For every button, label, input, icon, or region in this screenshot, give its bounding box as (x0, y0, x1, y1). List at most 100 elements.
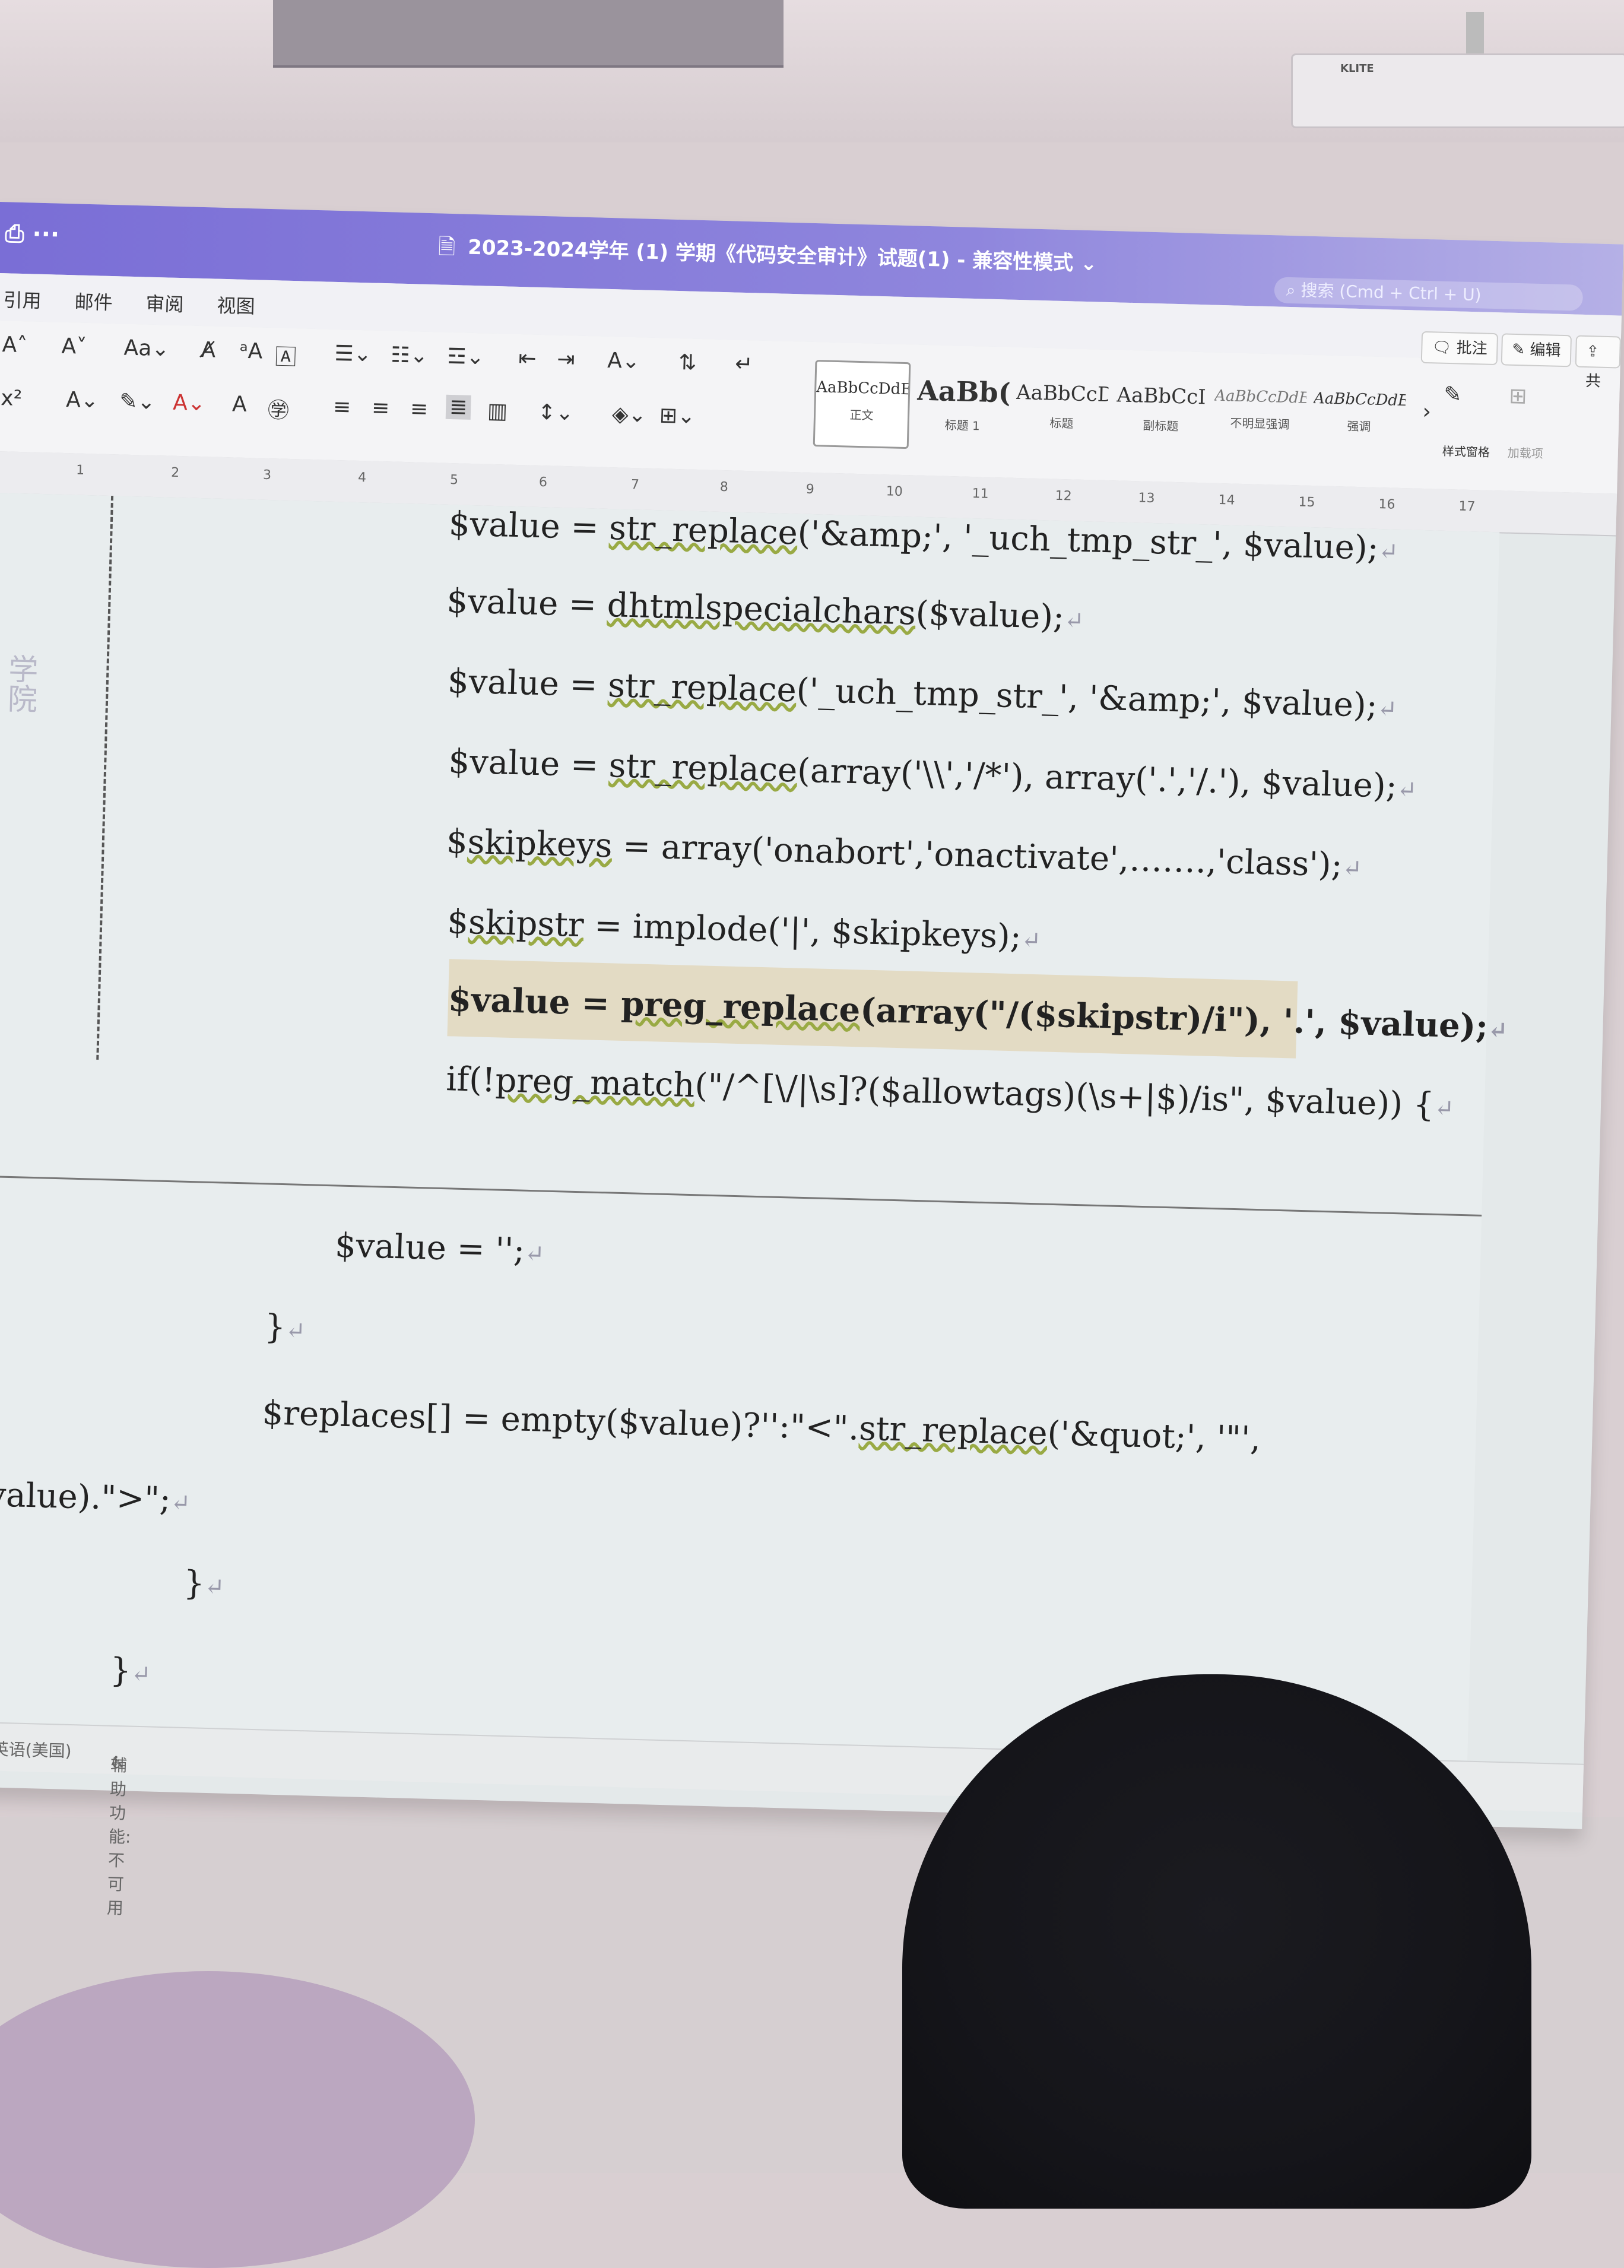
font-color-icon[interactable]: A⌄ (173, 391, 206, 416)
multilevel-list-icon[interactable]: ☲⌄ (447, 344, 484, 370)
sort-icon[interactable]: ⇅ (678, 350, 697, 375)
code-text: } (264, 1307, 287, 1347)
menu-mailings[interactable]: 邮件 (74, 287, 113, 315)
ruler-mark: 6 (538, 474, 548, 490)
search-input[interactable]: ⌕ 搜索 (Cmd + Ctrl + U) (1274, 277, 1584, 311)
addins-label[interactable]: 加载项 (1507, 444, 1543, 462)
code-func: str_replace (607, 666, 797, 710)
code-line[interactable]: $skipstr = implode('|', $skipkeys);↵ (447, 902, 1042, 956)
code-line[interactable]: $value).">";↵ (0, 1475, 191, 1519)
styles-pane-icon[interactable]: ✎ (1444, 382, 1462, 407)
return-mark: ↵ (131, 1660, 151, 1689)
distribute-icon[interactable]: ▥ (487, 399, 508, 424)
code-text: ("/^[\/|\s]?($allowtags)(\s+|$)/is", $va… (694, 1066, 1435, 1125)
code-line[interactable]: if(!preg_match("/^[\/|\s]?($allowtags)(\… (446, 1060, 1455, 1125)
gallery-more-icon[interactable]: › (1422, 400, 1431, 424)
shading-icon[interactable]: ◈⌄ (611, 402, 646, 427)
code-text: (array('\\','/*'), array('.','/.'), $val… (797, 751, 1398, 806)
style-normal[interactable]: AaBbCcDdEe 正文 (813, 360, 911, 449)
projector-mount (1466, 12, 1484, 59)
menu-references[interactable]: 引用 (3, 285, 42, 313)
edit-button-label: 编辑 (1530, 341, 1561, 360)
code-line[interactable]: $value = str_replace('_uch_tmp_str_', '&… (447, 662, 1398, 726)
code-text: $value).">"; (0, 1475, 172, 1519)
return-mark: ↵ (1341, 854, 1363, 883)
text-direction-icon[interactable]: A⌄ (607, 349, 640, 373)
style-caption: 正文 (849, 407, 874, 423)
change-case-icon[interactable]: Aa⌄ (123, 336, 170, 362)
superscript-icon[interactable]: x² (1, 386, 23, 411)
enclose-char-icon[interactable]: ㊫ (267, 393, 289, 425)
side-watermark: 学院 (2, 653, 39, 714)
ruler-mark: 3 (262, 467, 272, 483)
code-line[interactable]: $value = dhtmlspecialchars($value);↵ (446, 582, 1085, 637)
increase-indent-icon[interactable]: ⇥ (557, 347, 575, 372)
decrease-indent-icon[interactable]: ⇤ (518, 346, 537, 371)
code-line[interactable]: $value = '';↵ (334, 1226, 545, 1270)
style-caption: 标题 (1049, 416, 1074, 431)
code-text: = array('onabort','onactivate',…….,'clas… (611, 826, 1343, 885)
char-shading-icon[interactable]: A (232, 392, 248, 417)
code-line[interactable]: $replaces[] = empty($value)?'':"<".str_r… (262, 1393, 1261, 1458)
borders-icon[interactable]: ⊞⌄ (659, 403, 695, 429)
styles-pane-label[interactable]: 样式窗格 (1442, 442, 1490, 460)
phonetic-guide-icon[interactable]: ᵃA (239, 339, 263, 364)
style-title[interactable]: AaBbCcDd 标题 (1015, 365, 1109, 451)
code-text: ($value); (915, 594, 1065, 637)
code-line[interactable]: $skipkeys = array('onabort','onactivate'… (446, 822, 1363, 885)
line-spacing-icon[interactable]: ↕⌄ (537, 400, 573, 426)
bullets-icon[interactable]: ☰⌄ (334, 341, 372, 367)
style-caption: 副标题 (1142, 418, 1179, 434)
text-effects-icon[interactable]: A⌄ (66, 388, 99, 413)
char-border-icon[interactable]: 🄰 (275, 340, 297, 371)
align-left-icon[interactable]: ≡ (333, 395, 351, 420)
numbering-icon[interactable]: ☷⌄ (391, 343, 428, 368)
style-caption: 标题 1 (944, 417, 981, 433)
align-right-icon[interactable]: ≡ (410, 397, 429, 422)
menu-view[interactable]: 视图 (217, 291, 255, 319)
code-line[interactable]: }↵ (264, 1307, 306, 1347)
share-button[interactable]: ⇪ 共 (1575, 335, 1622, 391)
code-line[interactable]: }↵ (183, 1564, 225, 1604)
ruler-mark: 8 (719, 479, 729, 495)
code-func: str_replace (858, 1409, 1048, 1453)
edit-button[interactable]: ✎ 编辑 (1501, 333, 1572, 368)
code-text: if(! (445, 1060, 496, 1100)
code-line[interactable]: }↵ (109, 1651, 151, 1691)
ruler-mark: 16 (1378, 496, 1395, 512)
language-status[interactable]: 英语(美国) (0, 1737, 72, 1762)
more-icon[interactable]: ⎙ ··· (5, 220, 60, 248)
menu-review[interactable]: 审阅 (145, 289, 184, 317)
window-title: 2023-2024学年 (1) 学期《代码安全审计》试题(1) - 兼容性模式 … (467, 235, 1098, 276)
show-marks-icon[interactable]: ↵ (735, 352, 753, 377)
clear-format-icon[interactable]: A̸ (201, 338, 216, 363)
style-heading1[interactable]: AaBb( 标题 1 (916, 363, 1010, 448)
ruler-mark: 14 (1218, 492, 1235, 508)
return-mark: ↵ (1020, 926, 1042, 955)
ruler-mark: 9 (805, 482, 815, 498)
code-line[interactable]: $value = str_replace(array('\\','/*'), a… (448, 742, 1417, 806)
ceiling-beam (273, 0, 784, 68)
return-mark: ↵ (1378, 538, 1399, 566)
code-func: dhtmlspecialchars (607, 586, 916, 633)
document-icon: 🗎 (437, 235, 456, 260)
style-subtle-emphasis[interactable]: AaBbCcDdEe 不明显强调 (1213, 370, 1307, 456)
justify-icon[interactable]: ≣ (445, 394, 471, 420)
style-subtitle[interactable]: AaBbCcI 副标题 (1114, 368, 1209, 453)
return-mark: ↵ (524, 1240, 545, 1268)
projection-screen: ⎙ ··· 🗎 2023-2024学年 (1) 学期《代码安全审计》试题(1) … (0, 202, 1624, 1918)
ruler-mark: 1 (75, 463, 85, 478)
search-placeholder: 搜索 (Cmd + Ctrl + U) (1301, 280, 1482, 305)
document-page[interactable]: 学院 $value = str_replace('&amp;', '_uch_t… (0, 492, 1508, 1761)
shrink-font-icon[interactable]: A˅ (61, 334, 87, 359)
addins-icon[interactable]: ⊞ (1509, 384, 1527, 409)
code-text: = implode('|', $skipkeys); (583, 906, 1022, 956)
grow-font-icon[interactable]: A˄ (2, 332, 28, 357)
ruler-mark: 17 (1458, 499, 1476, 515)
comment-button[interactable]: 🗨 批注 (1420, 331, 1499, 366)
style-emphasis[interactable]: AaBbCcDdEe 强调 (1312, 373, 1406, 458)
share-button-label: 共 (1585, 372, 1601, 391)
align-center-icon[interactable]: ≡ (372, 396, 390, 421)
comment-button-label: 批注 (1456, 339, 1488, 358)
highlight-icon[interactable]: ✎⌄ (119, 389, 156, 414)
